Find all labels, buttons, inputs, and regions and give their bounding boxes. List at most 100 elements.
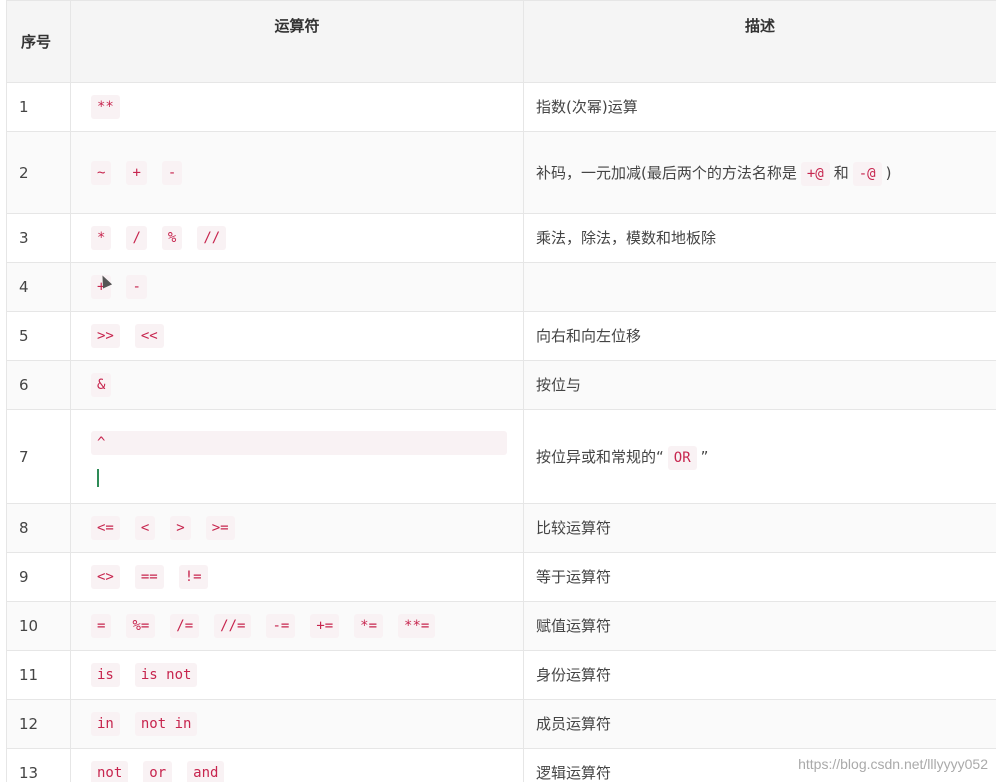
description-text: ) — [885, 163, 892, 182]
row-operators: ~ + - — [70, 131, 524, 214]
description-text: 补码，一元加减(最后两个的方法名称是 — [536, 163, 797, 182]
operator-code: == — [134, 565, 164, 589]
row-description: 比较运算符 — [523, 503, 996, 553]
row-number: 13 — [6, 748, 71, 782]
row-description: 等于运算符 — [523, 552, 996, 602]
table-row: 4 + - — [6, 262, 996, 312]
row-operators: ^ — [70, 409, 524, 504]
operator-code: in — [91, 712, 120, 736]
header-description: 描述 — [523, 0, 996, 83]
row-description: 补码，一元加减(最后两个的方法名称是 +@ 和 -@) — [523, 131, 996, 214]
row-operators: * /% // — [70, 213, 524, 263]
table-row: 6 & 按位与 — [6, 360, 996, 410]
operator-code: ** — [91, 95, 120, 119]
header-operator: 运算符 — [70, 0, 524, 83]
row-number: 1 — [6, 82, 71, 132]
row-description — [523, 262, 996, 312]
row-description: 按位异或和常规的“ OR” — [523, 409, 996, 504]
operator-code: >= — [205, 516, 235, 540]
table-row: 11 is is not 身份运算符 — [6, 650, 996, 700]
operator-code: not in — [134, 712, 198, 736]
operator-code: > — [170, 516, 191, 540]
row-description: 成员运算符 — [523, 699, 996, 749]
operator-code: and — [187, 761, 225, 782]
operator-code: -= — [266, 614, 296, 638]
table-row: 3 * /% // 乘法，除法，模数和地板除 — [6, 213, 996, 263]
row-number: 7 — [6, 409, 71, 504]
operator-code: * — [91, 226, 112, 250]
row-description: 身份运算符 — [523, 650, 996, 700]
operator-code: **= — [398, 614, 436, 638]
row-operators: = %= /= //= -= += *= **= — [70, 601, 524, 651]
operator-code: ^ — [91, 430, 507, 455]
table-header-row: 序号 运算符 描述 — [6, 0, 996, 83]
operator-code: ~ — [91, 160, 112, 185]
operator-code: = — [91, 614, 112, 638]
operator-code: or — [143, 761, 173, 782]
row-operators: is is not — [70, 650, 524, 700]
row-number: 6 — [6, 360, 71, 410]
description-text: 按位异或和常规的“ — [536, 447, 664, 466]
row-description: 向右和向左位移 — [523, 311, 996, 361]
table-row: 8 <= < > >= 比较运算符 — [6, 503, 996, 553]
row-operators: ** — [70, 82, 524, 132]
page: 序号 运算符 描述 1 ** 指数(次幂)运算 2 ~ + - 补码，一元加减(最后两个的方法… — [0, 0, 996, 782]
operator-code: //= — [214, 614, 252, 638]
operator-code: & — [91, 373, 112, 397]
description-code: -@ — [852, 161, 882, 186]
table-row: 2 ~ + - 补码，一元加减(最后两个的方法名称是 +@ 和 -@) — [6, 131, 996, 214]
row-number: 9 — [6, 552, 71, 602]
row-operators: & — [70, 360, 524, 410]
operator-code: is not — [134, 663, 198, 687]
watermark: https://blog.csdn.net/lllyyyy052 — [798, 756, 988, 772]
operator-code: < — [134, 516, 156, 540]
row-description: 乘法，除法，模数和地板除 — [523, 213, 996, 263]
table-row: 12 in not in 成员运算符 — [6, 699, 996, 749]
row-operators: <= < > >= — [70, 503, 524, 553]
header-num: 序号 — [6, 0, 71, 83]
operator-code: <> — [91, 565, 120, 589]
operator-precedence-table: 序号 运算符 描述 1 ** 指数(次幂)运算 2 ~ + - 补码，一元加减(最后两个的方法… — [6, 0, 996, 782]
table-row: 9 <> == != 等于运算符 — [6, 552, 996, 602]
row-operators: <> == != — [70, 552, 524, 602]
description-code: +@ — [800, 161, 830, 186]
operator-code: not — [91, 761, 129, 782]
row-number: 8 — [6, 503, 71, 553]
row-description: 按位与 — [523, 360, 996, 410]
row-number: 11 — [6, 650, 71, 700]
operator-code: <= — [91, 516, 120, 540]
description-text: 和 — [833, 163, 849, 182]
operator-code: % — [161, 226, 183, 250]
operator-code: += — [310, 614, 340, 638]
row-number: 4 — [6, 262, 71, 312]
row-number: 12 — [6, 699, 71, 749]
description-text: ” — [700, 447, 709, 466]
row-operators: >> << — [70, 311, 524, 361]
operator-code: / — [126, 226, 147, 250]
operator-code: /= — [170, 614, 200, 638]
operator-code: + — [126, 160, 147, 185]
row-operators: + - — [70, 262, 524, 312]
row-number: 5 — [6, 311, 71, 361]
operator-code: << — [134, 324, 164, 348]
table-row: 7 ^ 按位异或和常规的“ OR” — [6, 409, 996, 504]
table-row: 10 = %= /= //= -= += *= **= 赋值运算符 — [6, 601, 996, 651]
table-row: 5 >> << 向右和向左位移 — [6, 311, 996, 361]
row-description: 指数(次幂)运算 — [523, 82, 996, 132]
operator-code: - — [161, 160, 183, 185]
row-operators: in not in — [70, 699, 524, 749]
description-code: OR — [667, 445, 697, 470]
text-cursor — [97, 468, 99, 487]
row-number: 10 — [6, 601, 71, 651]
operator-code: >> — [91, 324, 120, 348]
row-operators: not or and — [70, 748, 524, 782]
row-number: 3 — [6, 213, 71, 263]
operator-code: is — [91, 663, 120, 687]
operator-code: != — [178, 565, 208, 589]
operator-code: %= — [126, 614, 156, 638]
row-number: 2 — [6, 131, 71, 214]
operator-code: - — [126, 275, 147, 299]
operator-code: // — [197, 226, 227, 250]
row-description: 赋值运算符 — [523, 601, 996, 651]
operator-code: *= — [354, 614, 384, 638]
